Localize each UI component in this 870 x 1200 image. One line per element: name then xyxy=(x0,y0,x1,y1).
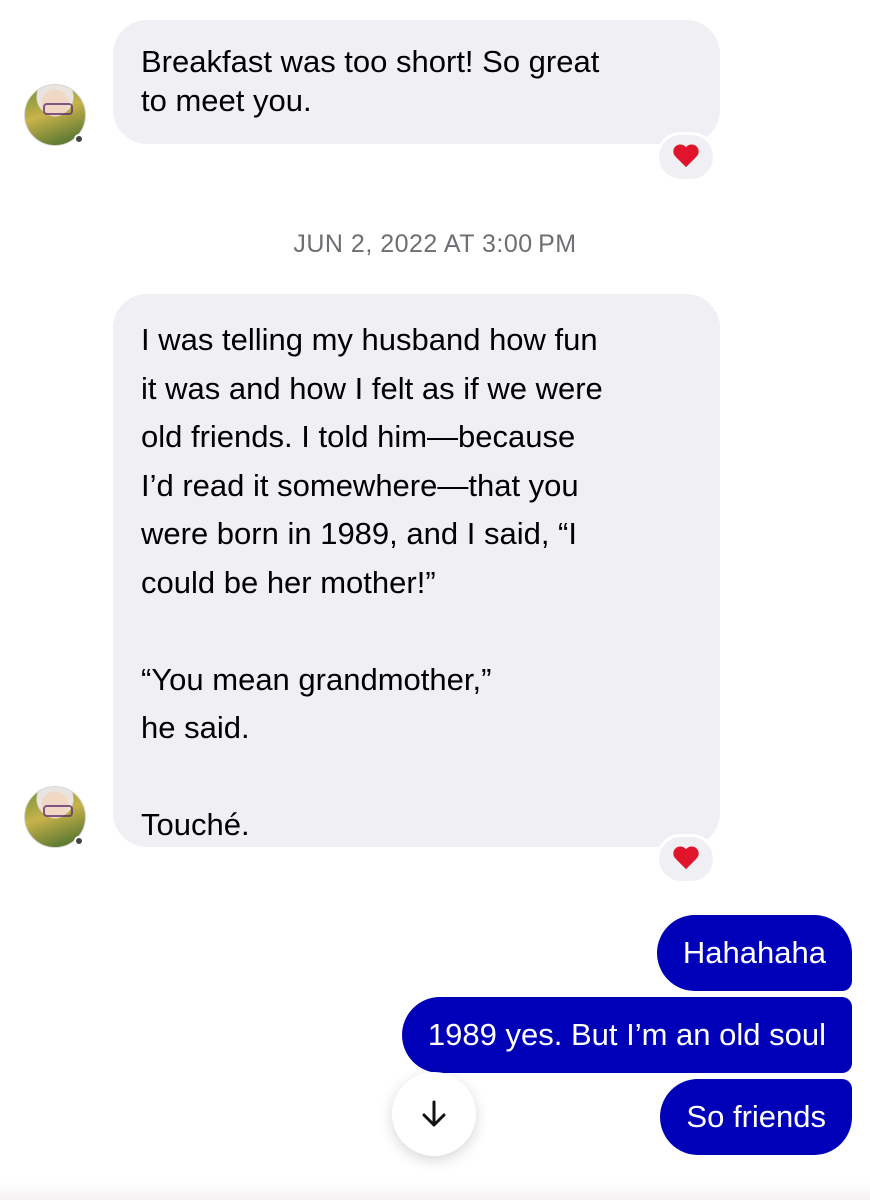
heart-icon xyxy=(673,145,699,169)
outgoing-message-bubble[interactable]: Hahahaha xyxy=(656,915,852,991)
message-thread: Breakfast was too short! So great to mee… xyxy=(0,0,870,1200)
presence-dot xyxy=(74,836,84,846)
reaction-badge[interactable] xyxy=(656,834,716,884)
presence-dot xyxy=(74,134,84,144)
heart-icon xyxy=(673,847,699,871)
sender-avatar[interactable] xyxy=(24,84,86,146)
timestamp-divider: JUN 2, 2022 AT 3:00 PM xyxy=(293,230,577,258)
incoming-message-bubble[interactable]: I was telling my husband how fun it was … xyxy=(113,294,720,847)
outgoing-message-bubble[interactable]: 1989 yes. But I’m an old soul xyxy=(401,997,852,1073)
sender-avatar[interactable] xyxy=(24,786,86,848)
reaction-badge[interactable] xyxy=(656,132,716,182)
arrow-down-icon xyxy=(422,1100,446,1127)
composer-edge xyxy=(0,1182,870,1200)
outgoing-message-bubble[interactable]: So friends xyxy=(660,1079,852,1155)
scroll-to-bottom-button[interactable] xyxy=(392,1072,476,1156)
incoming-message-bubble[interactable]: Breakfast was too short! So great to mee… xyxy=(113,20,720,144)
